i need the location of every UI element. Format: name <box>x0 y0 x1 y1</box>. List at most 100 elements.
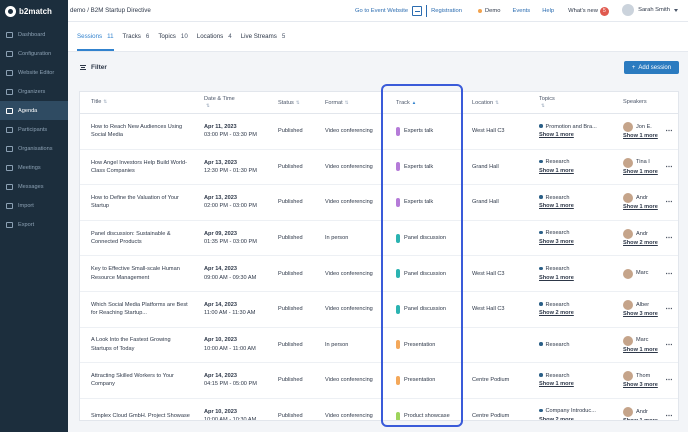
session-title[interactable]: Key to Effective Small-scale Human Resou… <box>91 256 191 291</box>
column-header-location[interactable]: Location ⇅ <box>472 92 532 113</box>
show-more-topics-link[interactable]: Show 3 more <box>539 238 574 247</box>
sidebar-item-export[interactable]: Export <box>0 215 68 234</box>
column-header-speakers[interactable]: Speakers <box>623 92 659 113</box>
show-more-speakers-link[interactable]: Show 1 more <box>623 132 658 140</box>
registration-link[interactable]: Registration <box>431 8 462 14</box>
more-actions-icon[interactable]: ⋯ <box>663 363 675 398</box>
column-header-label: Format <box>325 99 343 106</box>
tab-live-streams[interactable]: Live Streams 5 <box>241 22 286 51</box>
topic-item: Research <box>539 301 569 310</box>
more-actions-icon[interactable]: ⋯ <box>663 256 675 291</box>
user-menu[interactable]: Sarah Smith <box>622 4 678 16</box>
sidebar-item-website-editor[interactable]: Website Editor <box>0 63 68 82</box>
session-title[interactable]: How Angel Investors Help Build World-Cla… <box>91 150 191 185</box>
show-more-topics-link[interactable]: Show 1 more <box>539 131 574 140</box>
sidebar-item-organisations[interactable]: Organisations <box>0 139 68 158</box>
breadcrumb[interactable]: demo / B2M Startup Directive <box>70 7 151 14</box>
column-header-date-time[interactable]: Date & Time ⇅ <box>204 92 274 113</box>
session-title[interactable]: How to Define the Valuation of Your Star… <box>91 185 191 220</box>
show-more-topics-link[interactable]: Show 1 more <box>539 380 574 389</box>
column-header-title[interactable]: Title ⇅ <box>91 92 191 113</box>
table-row[interactable]: How Angel Investors Help Build World-Cla… <box>80 150 678 186</box>
session-time: 10:00 AM - 10:30 AM <box>204 417 257 421</box>
speaker-item: Andr <box>623 193 648 204</box>
demo-link[interactable]: Demo <box>485 8 500 14</box>
topic-label: Research <box>545 194 570 201</box>
sidebar-item-meetings[interactable]: Meetings <box>0 158 68 177</box>
show-more-speakers-link[interactable]: Show 1 more <box>623 203 658 211</box>
app-logo[interactable]: b2match <box>0 0 68 22</box>
session-title[interactable]: Attracting Skilled Workers to Your Compa… <box>91 363 191 398</box>
table-row[interactable]: Simplex Cloud GmbH. Project Showase Apr 1… <box>80 399 678 421</box>
add-session-button[interactable]: + Add session <box>624 61 679 74</box>
events-link[interactable]: Events <box>512 8 530 14</box>
topic-dot-icon <box>539 342 543 346</box>
more-actions-icon[interactable]: ⋯ <box>663 292 675 327</box>
filter-button[interactable]: Filter <box>80 64 107 71</box>
show-more-topics-link[interactable]: Show 2 more <box>539 416 574 420</box>
whats-new-link[interactable]: What's new <box>568 8 598 14</box>
sidebar-item-agenda[interactable]: Agenda <box>0 101 68 120</box>
show-more-topics-link[interactable]: Show 1 more <box>539 202 574 211</box>
session-format: In person <box>325 235 349 242</box>
sidebar-item-import[interactable]: Import <box>0 196 68 215</box>
more-actions-icon[interactable]: ⋯ <box>663 328 675 363</box>
table-row[interactable]: A Look Into the Fastest Growing Startups… <box>80 328 678 364</box>
show-more-topics-link[interactable]: Show 1 more <box>539 167 574 176</box>
table-row[interactable]: Panel discussion: Sustainable & Connecte… <box>80 221 678 257</box>
show-more-speakers-link[interactable]: Show 3 more <box>623 310 658 318</box>
show-more-speakers-link[interactable]: Show 3 more <box>623 381 658 389</box>
more-actions-icon[interactable]: ⋯ <box>663 114 675 149</box>
tab-label: Locations <box>196 33 224 40</box>
topic-dot-icon <box>539 302 543 306</box>
session-time: 01:35 PM - 03:00 PM <box>204 239 257 246</box>
show-more-speakers-link[interactable]: Show 1 more <box>623 417 658 420</box>
table-row[interactable]: Attracting Skilled Workers to Your Compa… <box>80 363 678 399</box>
show-more-speakers-link[interactable]: Show 1 more <box>623 168 658 176</box>
column-header-format[interactable]: Format ⇅ <box>325 92 385 113</box>
table-row[interactable]: Key to Effective Small-scale Human Resou… <box>80 256 678 292</box>
sort-icon: ⇅ <box>495 99 499 105</box>
topic-dot-icon <box>539 373 543 377</box>
show-more-speakers-link[interactable]: Show 1 more <box>623 346 658 354</box>
topic-dot-icon <box>539 159 543 164</box>
column-header-status[interactable]: Status ⇅ <box>278 92 320 113</box>
show-more-topics-link[interactable]: Show 1 more <box>539 274 574 283</box>
session-location: Centre Podium <box>472 413 510 420</box>
track-color-pill <box>396 304 400 314</box>
sidebar-item-dashboard[interactable]: Dashboard <box>0 25 68 44</box>
tab-tracks[interactable]: Tracks 6 <box>123 22 150 51</box>
table-row[interactable]: How to Reach New Audiences Using Social … <box>80 114 678 150</box>
more-actions-icon[interactable]: ⋯ <box>663 185 675 220</box>
session-title[interactable]: How to Reach New Audiences Using Social … <box>91 114 191 149</box>
sidebar-item-messages[interactable]: Messages <box>0 177 68 196</box>
column-header-track[interactable]: Track ▲ <box>396 92 466 113</box>
external-link-icon[interactable] <box>412 6 423 16</box>
help-link[interactable]: Help <box>542 8 554 14</box>
sidebar-item-configuration[interactable]: Configuration <box>0 44 68 63</box>
tab-topics[interactable]: Topics 10 <box>158 22 187 51</box>
show-more-speakers-link[interactable]: Show 2 more <box>623 239 658 247</box>
session-title[interactable]: A Look Into the Fastest Growing Startups… <box>91 328 191 363</box>
session-date: Apr 14, 2023 <box>204 266 237 273</box>
show-more-topics-link[interactable]: Show 2 more <box>539 309 574 318</box>
top-bar: demo / B2M Startup Directive Go to Event… <box>68 0 688 22</box>
more-actions-icon[interactable]: ⋯ <box>663 150 675 185</box>
table-row[interactable]: How to Define the Valuation of Your Star… <box>80 185 678 221</box>
tab-sessions[interactable]: Sessions 11 <box>77 22 114 51</box>
more-actions-icon[interactable]: ⋯ <box>663 399 675 420</box>
session-format: Video conferencing <box>325 306 373 313</box>
table-body: How to Reach New Audiences Using Social … <box>80 114 678 421</box>
column-header-topics[interactable]: Topics ⇅ <box>539 92 619 113</box>
session-speakers: Marc Show 1 more <box>623 328 659 363</box>
table-row[interactable]: Which Social Media Platforms are Best fo… <box>80 292 678 328</box>
session-title[interactable]: Panel discussion: Sustainable & Connecte… <box>91 221 191 256</box>
sidebar-item-organizers[interactable]: Organizers <box>0 82 68 101</box>
sidebar-item-participants[interactable]: Participants <box>0 120 68 139</box>
more-actions-icon[interactable]: ⋯ <box>663 221 675 256</box>
tab-locations[interactable]: Locations 4 <box>197 22 232 51</box>
session-title[interactable]: Which Social Media Platforms are Best fo… <box>91 292 191 327</box>
tab-count: 4 <box>228 33 232 40</box>
session-title[interactable]: Simplex Cloud GmbH. Project Showase <box>91 399 191 420</box>
go-to-event-website-link[interactable]: Go to Event Website <box>355 8 408 14</box>
